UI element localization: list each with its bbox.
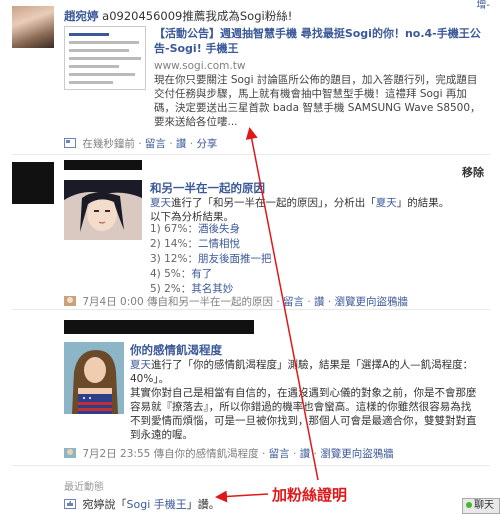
feed-story-quiz-reason: 移除 和另一半在一起的原因 夏天進行了「和另一半在一起的原因」，分析出「夏天」的…: [12, 158, 490, 310]
quiz-thumbnail-anime[interactable]: [64, 180, 142, 240]
like-link[interactable]: 讚: [314, 296, 325, 308]
story-timestamp[interactable]: 7月2日 23:55 傳自你的感情飢渴程度: [82, 448, 258, 460]
result-option-link[interactable]: 有了: [191, 268, 212, 280]
quiz-description: 夏天進行了「你的感情飢渴程度」測驗，結果是「選擇A的人—飢渴程度：40%」。 其…: [130, 358, 480, 442]
like-page-icon: [64, 499, 76, 509]
like-link[interactable]: 讚: [300, 448, 311, 460]
list-item: 2) 14%：二情相悅: [150, 238, 240, 250]
result-option-link[interactable]: 酒後失身: [198, 223, 240, 235]
link-share-icon: [64, 138, 76, 148]
list-item: 4) 5%：有了: [150, 268, 213, 280]
story-timestamp[interactable]: 7月4日 0:00 傳自和另一半在一起的原因: [82, 296, 273, 308]
share-link[interactable]: 分享: [196, 138, 217, 150]
remove-story-button[interactable]: 移除: [462, 164, 484, 180]
user-link[interactable]: 夏天: [150, 197, 171, 209]
feed-story-sogi-fan: 趙宛婷 a0920456009推薦我成為Sogi粉絲! 【活動公告】週週抽智慧手…: [12, 0, 490, 155]
list-item: 1) 67%：酒後失身: [150, 223, 240, 235]
avatar[interactable]: [12, 162, 54, 204]
app-icon: [64, 448, 76, 458]
annotation-label: 加粉絲證明: [272, 486, 348, 504]
comment-link[interactable]: 留言: [269, 448, 290, 460]
actor-name-link[interactable]: 趙宛婷: [64, 9, 99, 23]
like-link[interactable]: 讚: [176, 138, 187, 150]
redacted-name-bar: [64, 160, 142, 170]
quiz-result-list: 1) 67%：酒後失身 2) 14%：二情相悅 3) 12%：朋友後面推一把 4…: [150, 222, 271, 297]
story-footer: 7月4日 0:00 傳自和另一半在一起的原因 · 留言 · 讚 · 瀏覽更向盜鴉…: [64, 294, 408, 309]
feed-story-quiz-thirst: 你的感情飢渴程度 夏天進行了「你的感情飢渴程度」測驗，結果是「選擇A的人—飢渴程…: [12, 316, 490, 466]
comment-link[interactable]: 留言: [145, 138, 166, 150]
avatar[interactable]: [12, 6, 54, 48]
quiz-description: 夏天進行了「和另一半在一起的原因」，分析出「夏天」的結果。 以下為分析結果。: [150, 196, 480, 224]
comment-link[interactable]: 留言: [283, 296, 304, 308]
quiz-thumbnail-photo[interactable]: [64, 342, 124, 414]
user-link[interactable]: 夏天: [376, 197, 397, 209]
recent-activity-label: 最近動態: [64, 482, 104, 493]
page-link[interactable]: Sogi 手機王: [127, 498, 187, 511]
quiz-title-link[interactable]: 和另一半在一起的原因: [150, 180, 265, 196]
quiz-desc-end: 」的結果。: [396, 197, 450, 209]
redacted-name-bar: [64, 320, 254, 334]
story-header: 趙宛婷 a0920456009推薦我成為Sogi粉絲!: [64, 8, 292, 24]
list-item: 3) 12%：朋友後面推一把: [150, 253, 272, 265]
recent-activity-item: 宛婷說「Sogi 手機王」讚。: [64, 496, 220, 512]
quiz-desc-text: 進行了「你的感情飢渴程度」測驗，結果是「選擇A的人—飢渴程度：40%」。: [130, 359, 474, 385]
user-link[interactable]: 夏天: [130, 359, 151, 371]
story-timestamp[interactable]: 在幾秒鐘前: [82, 138, 135, 150]
story-footer: 在幾秒鐘前 · 留言 · 讚 · 分享: [64, 136, 217, 151]
shared-link-title[interactable]: 【活動公告】週週抽智慧手機 尋找最挺Sogi的你！no.4-手機王公告-Sogi…: [154, 26, 484, 56]
quiz-desc-line2: 其實你對自己是相當有自信的，在遇沒遇到心儀的對象之前，你是不會那麼容易就『撩落去…: [130, 387, 477, 441]
recent-text-prefix: 宛婷說「: [82, 498, 127, 511]
result-option-link[interactable]: 朋友後面推一把: [198, 253, 272, 265]
quiz-title-link[interactable]: 你的感情飢渴程度: [130, 342, 222, 358]
quiz-desc-text: 進行了「和另一半在一起的原因」，分析出「: [171, 197, 376, 209]
result-option-link[interactable]: 二情相悅: [198, 238, 240, 250]
chat-button[interactable]: 聊天: [462, 498, 500, 514]
shared-link-url: www.sogi.com.tw: [154, 60, 246, 72]
recent-text-suffix: 」讚。: [186, 498, 220, 511]
app-icon: [64, 296, 76, 306]
link-thumbnail[interactable]: [64, 26, 146, 90]
news-feed: 增- 趙宛婷 a0920456009推薦我成為Sogi粉絲! 【活動公告】週週抽…: [12, 0, 492, 516]
story-footer: 7月2日 23:55 傳自你的感情飢渴程度 · 留言 · 讚 · 瀏覽更向盜鴉牆: [64, 446, 394, 461]
story-action-text: a0920456009推薦我成為Sogi粉絲!: [102, 9, 293, 23]
chat-label: 聊天: [474, 500, 494, 511]
view-more-link[interactable]: 瀏覽更向盜鴉牆: [335, 296, 409, 308]
view-more-link[interactable]: 瀏覽更向盜鴉牆: [320, 448, 394, 460]
chat-status-icon: [466, 502, 472, 508]
shared-link-description: 現在你只要關注 Sogi 討論區所公佈的題目，加入答題行列，完成題目交付任務與步…: [154, 74, 481, 128]
